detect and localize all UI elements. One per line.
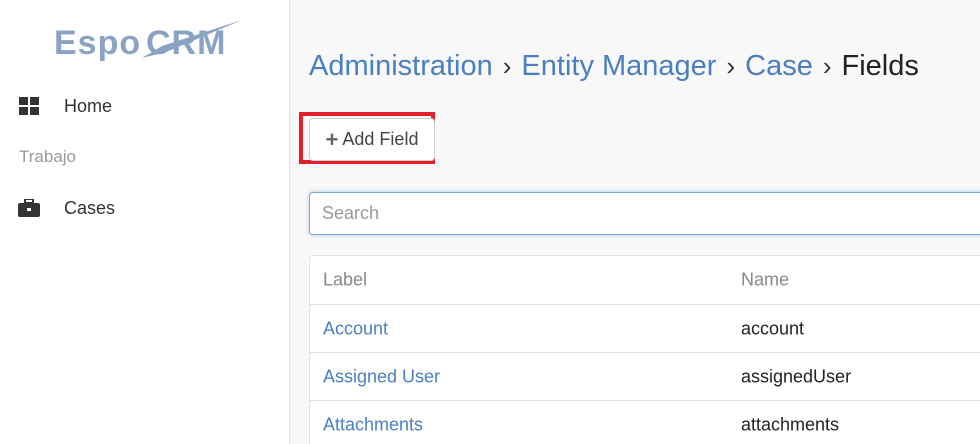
- breadcrumb-entity-manager[interactable]: Entity Manager: [521, 50, 716, 82]
- sidebar: Espo CRM Home Trabajo: [0, 0, 290, 444]
- breadcrumb: Administration › Entity Manager › Case › Field…: [309, 50, 919, 83]
- breadcrumb-case[interactable]: Case: [745, 50, 813, 82]
- th-large-icon: [18, 96, 40, 116]
- sidebar-item-label: Cases: [64, 197, 116, 218]
- sidebar-item-label: Home: [64, 95, 113, 116]
- field-name: assignedUser: [741, 366, 852, 386]
- main-content: Administration › Entity Manager › Case › Field…: [290, 0, 980, 444]
- svg-text:Espo: Espo: [54, 24, 141, 62]
- espocrm-logo[interactable]: Espo CRM: [54, 18, 244, 64]
- sidebar-item-home[interactable]: Home: [0, 86, 289, 126]
- plus-icon: +: [325, 126, 339, 152]
- breadcrumb-separator: ›: [502, 51, 512, 81]
- field-name: attachments: [741, 414, 840, 434]
- add-field-button[interactable]: + Add Field: [309, 118, 435, 161]
- sidebar-item-cases[interactable]: Cases: [0, 188, 289, 228]
- field-label-link[interactable]: Account: [323, 318, 388, 338]
- app-root: Espo CRM Home Trabajo: [0, 0, 980, 444]
- column-header-name[interactable]: Name: [741, 270, 789, 291]
- table-header: Label Name: [310, 256, 980, 304]
- search-input[interactable]: [309, 192, 980, 235]
- field-label-link[interactable]: Attachments: [323, 414, 423, 434]
- page-title: Fields: [841, 50, 919, 82]
- add-field-label: Add Field: [342, 129, 419, 149]
- field-name: account: [741, 318, 805, 338]
- field-label-link[interactable]: Assigned User: [323, 366, 440, 386]
- breadcrumb-separator: ›: [726, 51, 736, 81]
- breadcrumb-administration[interactable]: Administration: [309, 50, 493, 82]
- table-row: Attachments attachments: [310, 400, 980, 444]
- column-header-label[interactable]: Label: [323, 270, 367, 291]
- briefcase-icon: [18, 198, 40, 218]
- table-row: Account account: [310, 304, 980, 352]
- breadcrumb-separator: ›: [822, 51, 832, 81]
- table-row: Assigned User assignedUser: [310, 352, 980, 400]
- fields-table: Label Name Account account Assigned User…: [309, 255, 980, 444]
- sidebar-group-label: Trabajo: [19, 147, 77, 166]
